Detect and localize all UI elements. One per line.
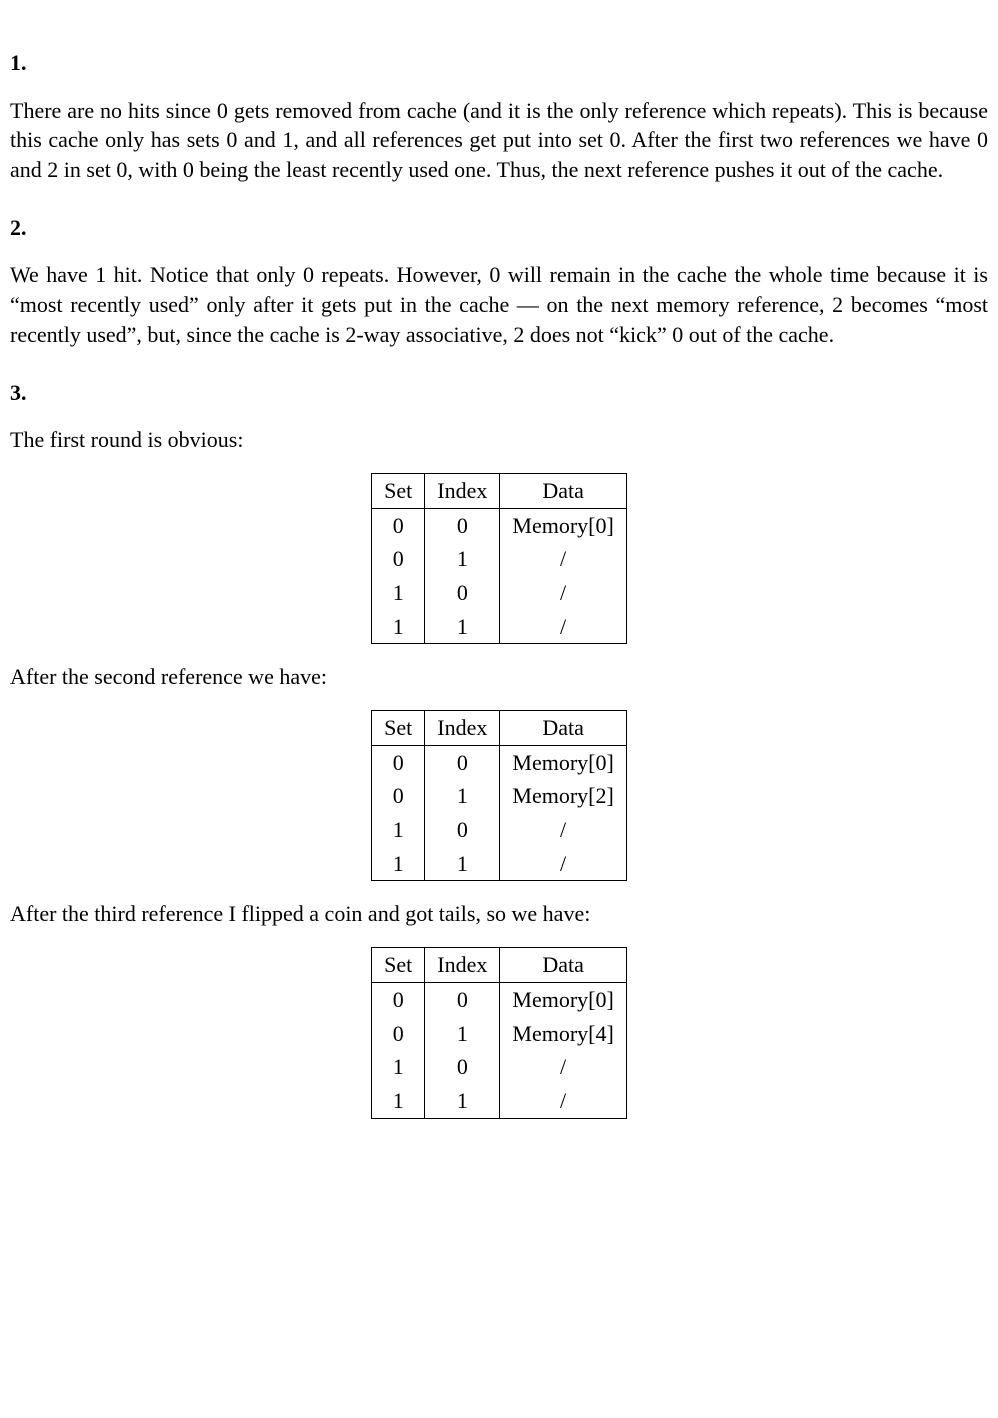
table-header-row: Set Index Data [372, 473, 627, 508]
col-set-header: Set [372, 948, 425, 983]
section-3-heading: 3. [10, 378, 988, 408]
table-row: 1 0 / [372, 1050, 627, 1084]
cache-table-3: Set Index Data 0 0 Memory[0] 0 1 Memory[… [371, 947, 627, 1118]
cell-index: 0 [425, 982, 500, 1016]
cell-index: 1 [425, 779, 500, 813]
cell-set: 0 [372, 508, 425, 542]
cache-table-2: Set Index Data 0 0 Memory[0] 0 1 Memory[… [371, 710, 627, 881]
section-3-after-second: After the second reference we have: [10, 662, 988, 692]
cell-set: 0 [372, 542, 425, 576]
cell-data: / [500, 576, 626, 610]
cell-data: Memory[0] [500, 508, 626, 542]
col-index-header: Index [425, 948, 500, 983]
col-data-header: Data [500, 473, 626, 508]
table-row: 0 1 / [372, 542, 627, 576]
cell-index: 1 [425, 610, 500, 644]
table-row: 0 0 Memory[0] [372, 745, 627, 779]
section-2-paragraph: We have 1 hit. Notice that only 0 repeat… [10, 260, 988, 349]
table-row: 0 0 Memory[0] [372, 508, 627, 542]
cell-index: 0 [425, 1050, 500, 1084]
cell-data: Memory[0] [500, 745, 626, 779]
cell-data: / [500, 1050, 626, 1084]
cell-set: 1 [372, 847, 425, 881]
col-index-header: Index [425, 711, 500, 746]
cell-data: / [500, 610, 626, 644]
table-row: 1 1 / [372, 847, 627, 881]
section-1-paragraph: There are no hits since 0 gets removed f… [10, 96, 988, 185]
col-data-header: Data [500, 948, 626, 983]
cache-table-1: Set Index Data 0 0 Memory[0] 0 1 / 1 0 /… [371, 473, 627, 644]
table-row: 1 1 / [372, 610, 627, 644]
cell-index: 0 [425, 813, 500, 847]
table-row: 0 1 Memory[4] [372, 1017, 627, 1051]
table-header-row: Set Index Data [372, 711, 627, 746]
section-2-heading: 2. [10, 213, 988, 243]
cell-set: 1 [372, 1084, 425, 1118]
cell-data: / [500, 1084, 626, 1118]
section-3-after-third: After the third reference I flipped a co… [10, 899, 988, 929]
cell-set: 0 [372, 779, 425, 813]
cell-set: 1 [372, 1050, 425, 1084]
cell-data: / [500, 813, 626, 847]
cell-set: 1 [372, 576, 425, 610]
cell-data: / [500, 542, 626, 576]
col-set-header: Set [372, 473, 425, 508]
cell-set: 1 [372, 610, 425, 644]
cell-data: Memory[0] [500, 982, 626, 1016]
cell-index: 0 [425, 576, 500, 610]
cell-set: 1 [372, 813, 425, 847]
cell-data: Memory[4] [500, 1017, 626, 1051]
table-row: 1 0 / [372, 813, 627, 847]
cell-index: 1 [425, 847, 500, 881]
cell-index: 0 [425, 745, 500, 779]
cell-set: 0 [372, 745, 425, 779]
table-row: 1 0 / [372, 576, 627, 610]
table-row: 1 1 / [372, 1084, 627, 1118]
cell-index: 0 [425, 508, 500, 542]
cell-index: 1 [425, 1084, 500, 1118]
table-row: 0 0 Memory[0] [372, 982, 627, 1016]
table-row: 0 1 Memory[2] [372, 779, 627, 813]
col-set-header: Set [372, 711, 425, 746]
col-index-header: Index [425, 473, 500, 508]
col-data-header: Data [500, 711, 626, 746]
cell-index: 1 [425, 1017, 500, 1051]
table-header-row: Set Index Data [372, 948, 627, 983]
cell-data: Memory[2] [500, 779, 626, 813]
cell-index: 1 [425, 542, 500, 576]
cell-set: 0 [372, 1017, 425, 1051]
cell-set: 0 [372, 982, 425, 1016]
section-3-intro: The first round is obvious: [10, 425, 988, 455]
section-1-heading: 1. [10, 48, 988, 78]
cell-data: / [500, 847, 626, 881]
